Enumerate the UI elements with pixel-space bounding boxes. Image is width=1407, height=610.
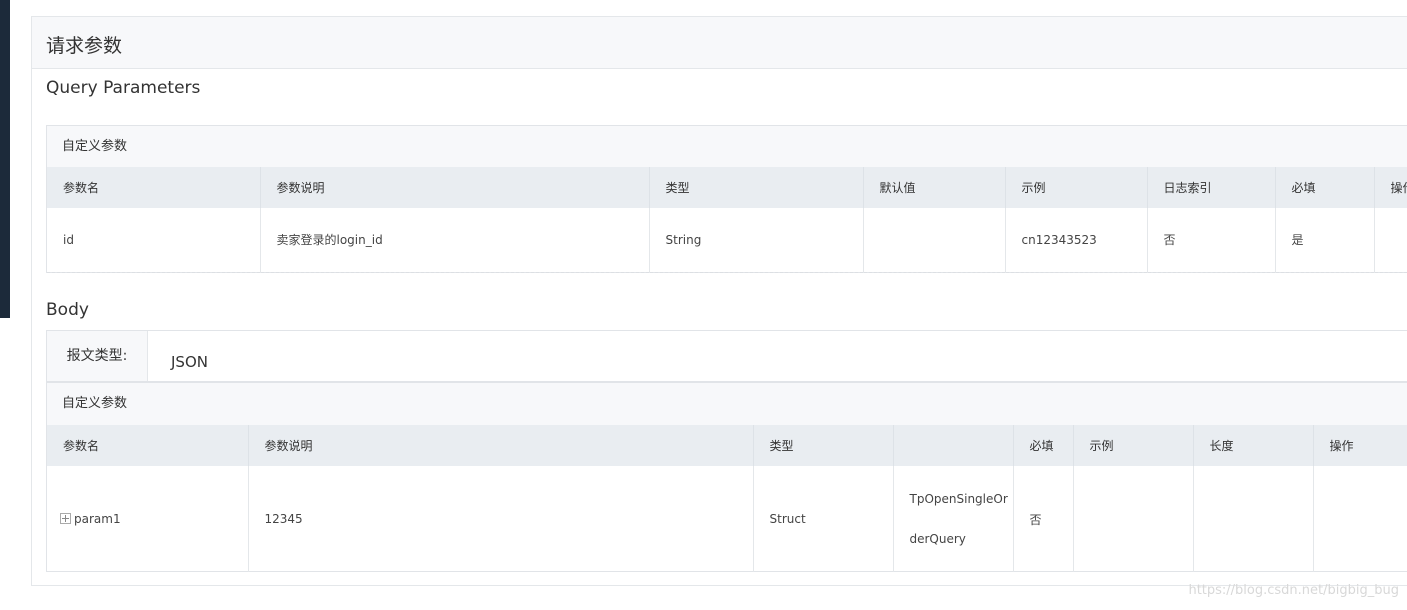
col-struct-name: [893, 425, 1014, 466]
query-panel-title: 自定义参数: [47, 126, 1407, 167]
cell-example: [1073, 466, 1194, 572]
col-default: 默认值: [863, 167, 1006, 208]
cell-action[interactable]: [1374, 208, 1407, 272]
cell-action[interactable]: [1313, 466, 1407, 572]
struct-name-line2: derQuery: [909, 532, 966, 546]
cell-param-desc: 12345: [248, 466, 754, 572]
card-title: 请求参数: [46, 35, 123, 57]
col-param-desc: 参数说明: [260, 167, 650, 208]
body-params-panel: 自定义参数 参数名 参数说明 类型 必填 示例 长度 操作 param1 123…: [46, 382, 1407, 572]
format-label: 报文类型:: [47, 331, 148, 381]
col-required: 必填: [1013, 425, 1074, 466]
col-example: 示例: [1073, 425, 1194, 466]
expand-plus-icon[interactable]: [60, 512, 71, 524]
col-example: 示例: [1005, 167, 1148, 208]
table-row: param1 12345 Struct TpOpenSingleOr derQu…: [47, 466, 1407, 572]
col-log-index: 日志索引: [1147, 167, 1276, 208]
struct-name-line1: TpOpenSingleOr: [909, 492, 1008, 506]
cell-default: [863, 208, 1006, 272]
cell-required: 是: [1275, 208, 1375, 272]
cell-struct-name: TpOpenSingleOr derQuery: [893, 466, 1014, 572]
cell-type: String: [649, 208, 864, 272]
body-panel-title: 自定义参数: [47, 383, 1407, 425]
col-type: 类型: [753, 425, 894, 466]
cell-type: Struct: [753, 466, 894, 572]
col-length: 长度: [1193, 425, 1314, 466]
table-row: id 卖家登录的login_id String cn12343523 否 是: [47, 208, 1407, 272]
col-param-name: 参数名: [47, 167, 261, 208]
cell-log-index: 否: [1147, 208, 1276, 272]
query-table-header: 参数名 参数说明 类型 默认值 示例 日志索引 必填 操作: [47, 167, 1407, 208]
cell-example: cn12343523: [1005, 208, 1148, 272]
col-param-name: 参数名: [47, 425, 249, 466]
body-params-table: 参数名 参数说明 类型 必填 示例 长度 操作 param1 12345 Str…: [47, 425, 1407, 572]
watermark-text: https://blog.csdn.net/bigbig_bug: [1188, 583, 1399, 598]
query-section-title: Query Parameters: [46, 78, 201, 98]
body-section-title: Body: [46, 300, 89, 320]
cell-required: 否: [1013, 466, 1074, 572]
cell-param-name: param1: [47, 466, 249, 572]
col-param-desc: 参数说明: [248, 425, 754, 466]
format-value: JSON: [171, 353, 208, 371]
col-action: 操作: [1313, 425, 1407, 466]
cell-param-name: id: [47, 208, 261, 272]
card-header: 请求参数: [32, 17, 1407, 69]
col-type: 类型: [649, 167, 864, 208]
param-name-text: param1: [74, 512, 121, 526]
col-required: 必填: [1275, 167, 1375, 208]
body-table-header: 参数名 参数说明 类型 必填 示例 长度 操作: [47, 425, 1407, 466]
query-params-panel: 自定义参数 参数名 参数说明 类型 默认值 示例 日志索引 必填 操作 id 卖…: [46, 125, 1407, 273]
left-dark-sidebar-edge: [0, 0, 10, 318]
cell-param-desc: 卖家登录的login_id: [260, 208, 650, 272]
col-action: 操作: [1374, 167, 1407, 208]
cell-length: [1193, 466, 1314, 572]
query-params-table: 参数名 参数说明 类型 默认值 示例 日志索引 必填 操作 id 卖家登录的lo…: [47, 167, 1407, 273]
body-format-row: 报文类型: JSON: [46, 330, 1407, 382]
